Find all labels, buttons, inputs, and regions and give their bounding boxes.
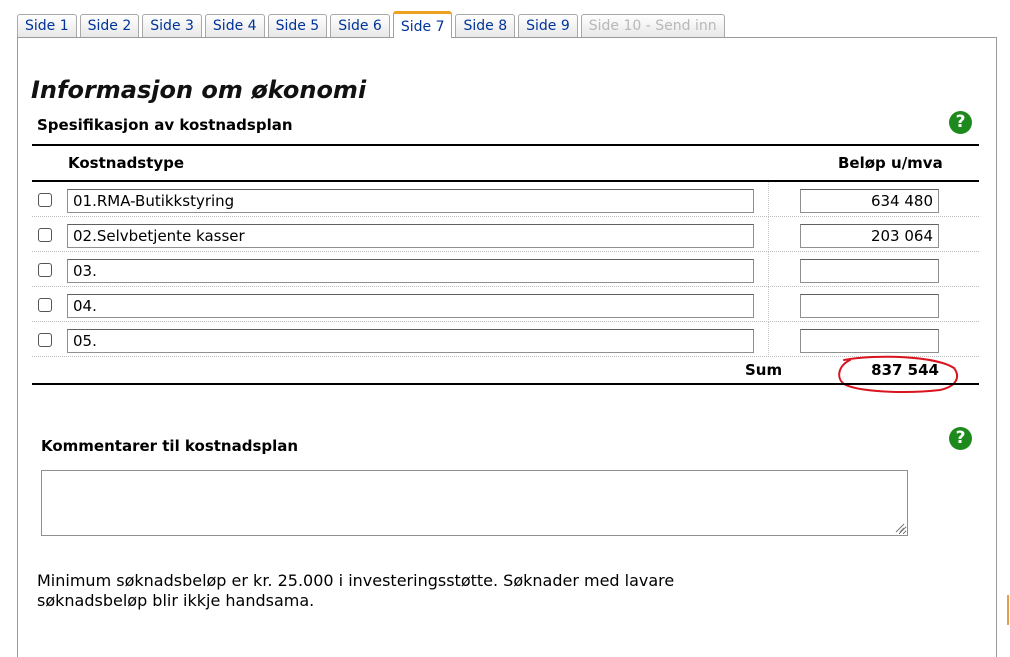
- table-top-rule: [32, 144, 979, 146]
- help-question-icon[interactable]: ?: [949, 427, 972, 450]
- row-select-checkbox[interactable]: [38, 263, 52, 277]
- table-row: 03.: [32, 252, 979, 287]
- help-question-icon[interactable]: ?: [949, 111, 972, 134]
- sum-label: Sum: [745, 361, 783, 379]
- hand-drawn-circle-annotation: [838, 355, 958, 393]
- row-select-checkbox[interactable]: [38, 193, 52, 207]
- column-divider: [768, 322, 769, 357]
- column-divider: [768, 252, 769, 287]
- resize-grip-icon[interactable]: [893, 521, 905, 533]
- tab-side-3[interactable]: Side 3: [142, 14, 202, 38]
- column-divider: [768, 287, 769, 322]
- tab-side-7[interactable]: Side 7: [392, 11, 453, 38]
- table-bottom-rule: [32, 383, 979, 385]
- table-row: 02.Selvbetjente kasser 203 064: [32, 217, 979, 252]
- amount-input[interactable]: [800, 259, 939, 283]
- minimum-amount-info: Minimum søknadsbeløp er kr. 25.000 i inv…: [37, 571, 675, 610]
- comments-title: Kommentarer til kostnadsplan: [41, 437, 299, 455]
- tab-side-10-send-inn: Side 10 - Send inn: [580, 14, 725, 38]
- tab-side-8[interactable]: Side 8: [455, 14, 516, 38]
- tab-side-6[interactable]: Side 6: [330, 14, 390, 38]
- cost-type-input[interactable]: 02.Selvbetjente kasser: [67, 224, 754, 248]
- cost-type-input[interactable]: 05.: [67, 329, 754, 353]
- table-row: 05.: [32, 322, 979, 357]
- amount-input[interactable]: [800, 329, 939, 353]
- amount-input[interactable]: 634 480: [800, 189, 939, 213]
- tab-side-1[interactable]: Side 1: [17, 14, 77, 38]
- row-select-checkbox[interactable]: [38, 333, 52, 347]
- table-row: 01.RMA-Butikkstyring 634 480: [32, 182, 979, 217]
- tab-side-5[interactable]: Side 5: [267, 14, 328, 38]
- tab-side-2[interactable]: Side 2: [79, 14, 140, 38]
- tab-side-9[interactable]: Side 9: [518, 14, 578, 38]
- column-divider: [768, 217, 769, 252]
- column-divider: [768, 182, 769, 217]
- cost-type-input[interactable]: 03.: [67, 259, 754, 283]
- column-header-kostnadstype: Kostnadstype: [68, 154, 185, 172]
- amount-input[interactable]: [800, 294, 939, 318]
- column-header-belop: Beløp u/mva: [838, 154, 943, 172]
- tab-side-4[interactable]: Side 4: [204, 14, 265, 38]
- cost-type-input[interactable]: 04.: [67, 294, 754, 318]
- cost-type-input[interactable]: 01.RMA-Butikkstyring: [67, 189, 754, 213]
- page-title: Informasjon om økonomi: [31, 76, 367, 104]
- comments-textarea[interactable]: [41, 470, 908, 536]
- section-title: Spesifikasjon av kostnadsplan: [37, 116, 293, 134]
- tab-bar: Side 1 Side 2 Side 3 Side 4 Side 5 Side …: [17, 11, 725, 38]
- amount-input[interactable]: 203 064: [800, 224, 939, 248]
- row-select-checkbox[interactable]: [38, 298, 52, 312]
- row-select-checkbox[interactable]: [38, 228, 52, 242]
- table-row: 04.: [32, 287, 979, 322]
- edge-accent: [1007, 595, 1009, 625]
